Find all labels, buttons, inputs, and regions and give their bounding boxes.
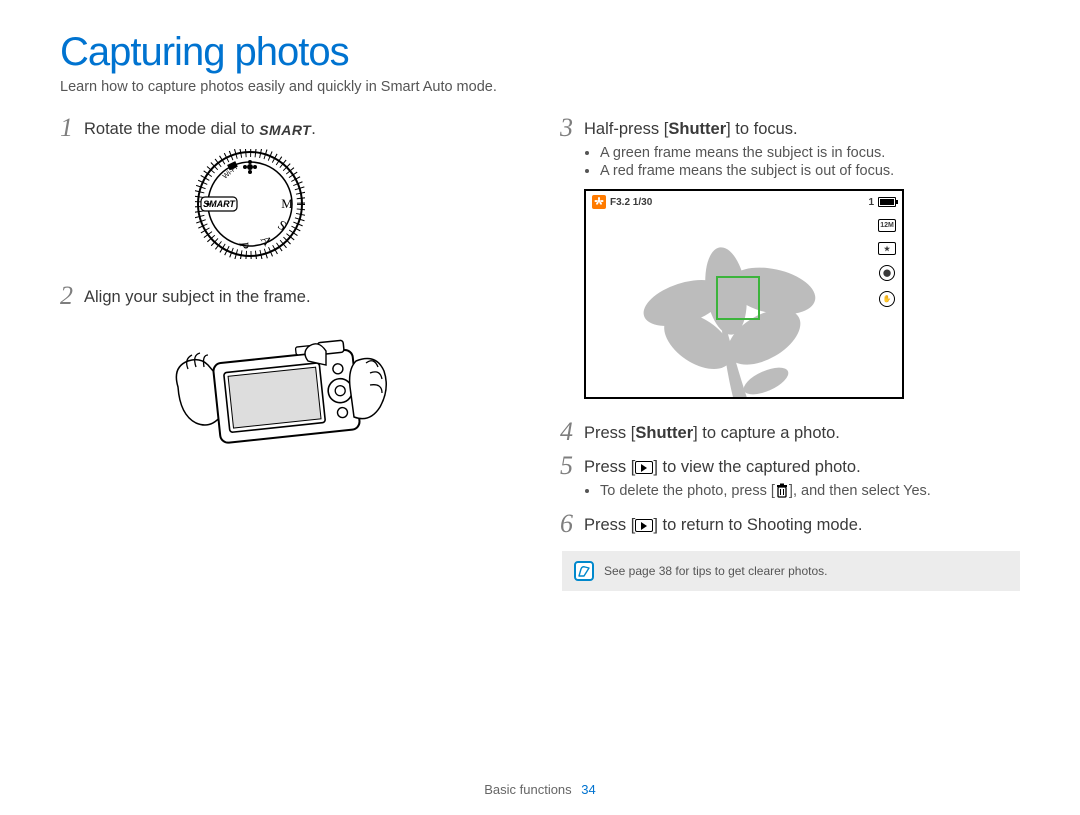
page-footer: Basic functions 34 <box>0 782 1080 797</box>
step-number: 4 <box>560 419 584 445</box>
step-text: Press [Shutter] to capture a photo. <box>584 422 840 445</box>
focus-frame <box>716 276 760 320</box>
step-text: Press [] to view the captured photo. <box>584 456 861 479</box>
lcd-top-bar: F3.2 1/30 1 <box>592 195 896 209</box>
lcd-preview-illustration: F3.2 1/30 1 12M ★ ⬤ ✋ <box>584 189 1020 399</box>
step-text: Half-press [Shutter] to focus. <box>584 118 798 141</box>
playback-icon <box>635 461 653 474</box>
shots-remaining: 1 <box>868 197 874 208</box>
step-number: 5 <box>560 453 584 479</box>
bullet: To delete the photo, press [], and then … <box>600 483 1020 499</box>
step-number: 2 <box>60 283 84 309</box>
step-3: 3 Half-press [Shutter] to focus. <box>560 113 1020 141</box>
bullet: A green frame means the subject is in fo… <box>600 145 1020 161</box>
two-column-layout: 1 Rotate the mode dial to SMART. <box>60 113 1020 591</box>
svg-text:M: M <box>281 196 293 211</box>
stabilizer-icon: ✋ <box>879 291 895 307</box>
mode-dial-illustration: Wi-Fi SMART M S A P <box>0 149 520 259</box>
svg-text:P: P <box>237 241 253 250</box>
smart-mode-label: SMART <box>259 121 311 141</box>
right-column: 3 Half-press [Shutter] to focus. A green… <box>560 113 1020 591</box>
step-number: 1 <box>60 115 84 141</box>
metering-icon: ⬤ <box>879 265 895 281</box>
step-text: Align your subject in the frame. <box>84 286 311 309</box>
footer-page-number: 34 <box>581 782 595 797</box>
camera-svg <box>170 317 390 467</box>
footer-section: Basic functions <box>484 782 571 797</box>
step-number: 6 <box>560 511 584 537</box>
step-text: Rotate the mode dial to SMART. <box>84 118 316 141</box>
step-2: 2 Align your subject in the frame. <box>60 281 520 309</box>
note-icon <box>574 561 594 581</box>
step-3-bullets: A green frame means the subject is in fo… <box>584 145 1020 179</box>
quality-icon: ★ <box>878 242 896 255</box>
left-column: 1 Rotate the mode dial to SMART. <box>60 113 520 591</box>
bullet: A red frame means the subject is out of … <box>600 163 1020 179</box>
page-subtitle: Learn how to capture photos easily and q… <box>60 79 1020 95</box>
step-4: 4 Press [Shutter] to capture a photo. <box>560 417 1020 445</box>
step-number: 3 <box>560 115 584 141</box>
playback-icon <box>635 519 653 532</box>
step-6: 6 Press [] to return to Shooting mode. <box>560 509 1020 537</box>
mode-dial-svg: Wi-Fi SMART M S A P <box>195 149 305 259</box>
page-title: Capturing photos <box>60 30 1020 75</box>
trash-icon <box>775 483 789 498</box>
tip-box: See page 38 for tips to get clearer phot… <box>562 551 1020 591</box>
macro-icon <box>592 195 606 209</box>
page: Capturing photos Learn how to capture ph… <box>0 0 1080 601</box>
battery-icon <box>878 197 896 207</box>
step-5: 5 Press [] to view the captured photo. <box>560 451 1020 479</box>
lcd-side-icons: 12M ★ ⬤ ✋ <box>878 219 896 307</box>
step-text: Press [] to return to Shooting mode. <box>584 514 863 537</box>
tip-text: See page 38 for tips to get clearer phot… <box>604 564 827 578</box>
exposure-readout: F3.2 1/30 <box>610 197 652 208</box>
resolution-icon: 12M <box>878 219 896 232</box>
step-1: 1 Rotate the mode dial to SMART. <box>60 113 520 141</box>
camera-hold-illustration <box>40 317 520 467</box>
step-5-bullets: To delete the photo, press [], and then … <box>584 483 1020 499</box>
